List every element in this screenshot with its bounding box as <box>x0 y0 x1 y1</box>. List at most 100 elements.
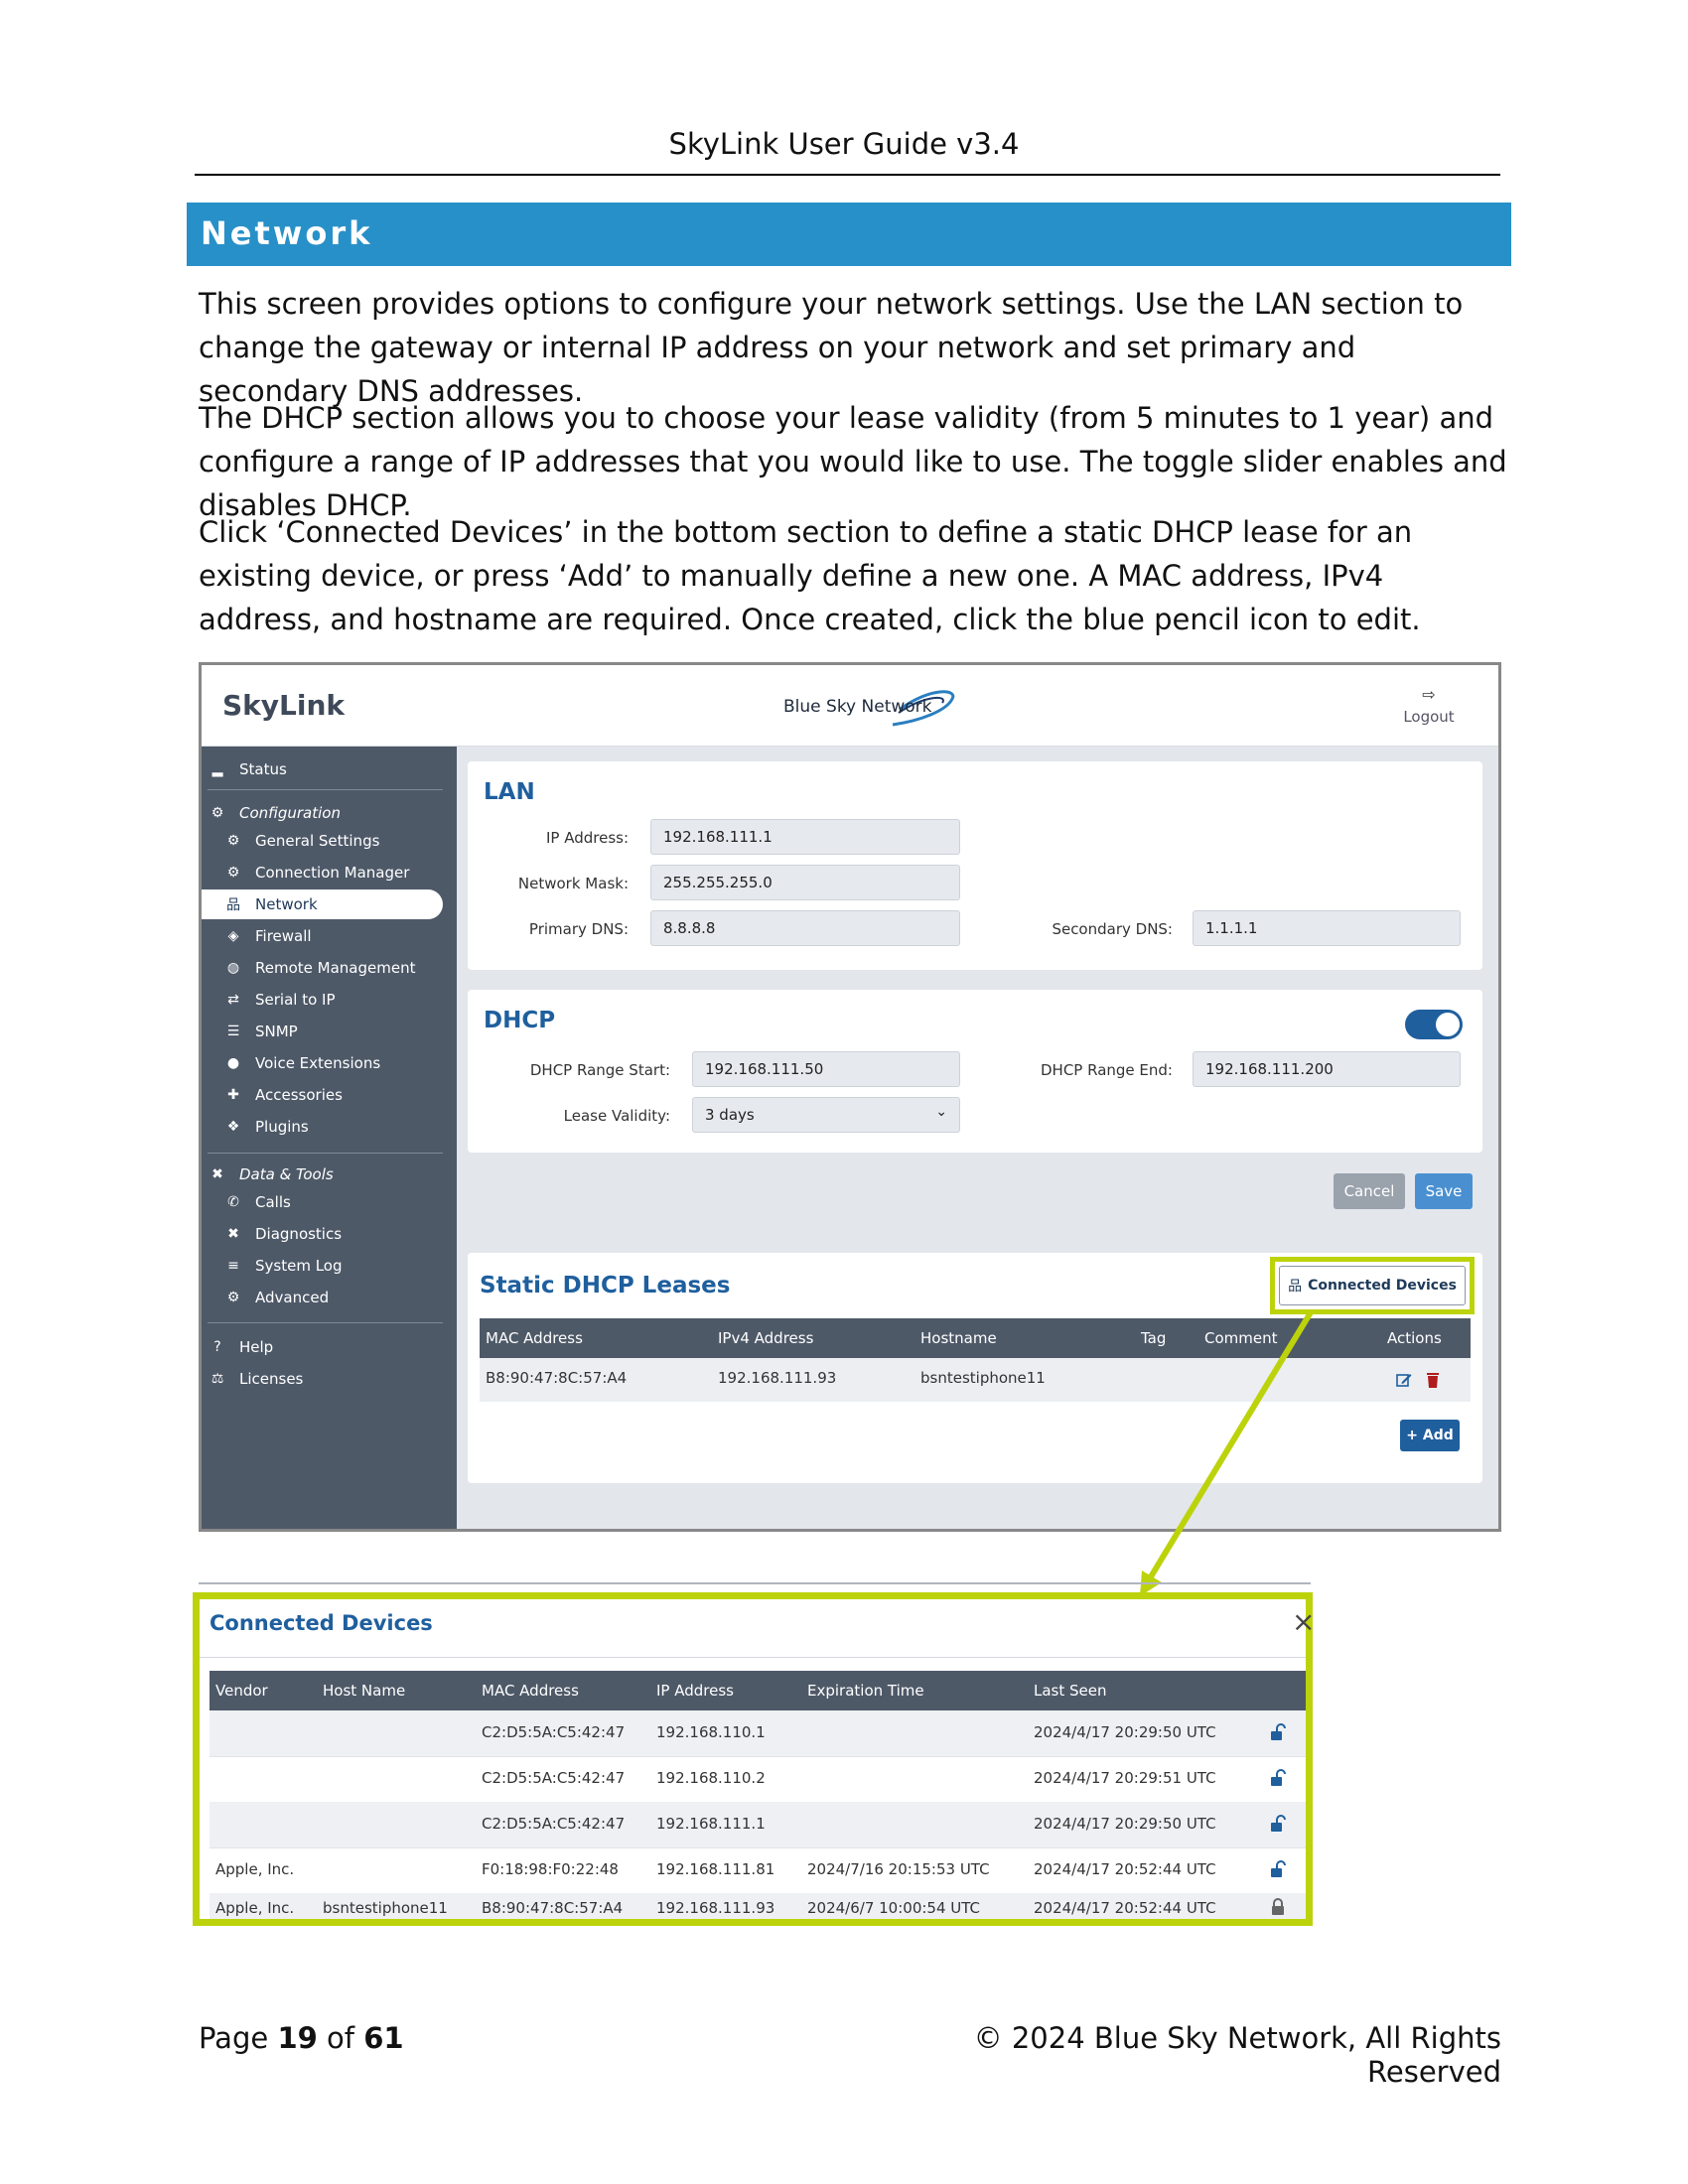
scale-icon: ⚖ <box>211 1371 224 1387</box>
table-row[interactable]: Apple, Inc. F0:18:98:F0:22:48 192.168.11… <box>210 1847 1306 1894</box>
close-icon[interactable]: × <box>1292 1605 1315 1638</box>
unlock-icon[interactable] <box>1268 1722 1288 1742</box>
column-header: MAC Address <box>482 1682 579 1700</box>
sidebar-item-status[interactable]: ▂ Status <box>208 754 287 784</box>
sidebar-item-general-settings[interactable]: ⚙ General Settings <box>223 826 380 856</box>
sidebar-category-data-tools[interactable]: ✖ Data & Tools <box>208 1160 334 1189</box>
cog-icon: ⚙ <box>226 1290 240 1305</box>
page-number: Page 19 of 61 <box>199 2021 404 2055</box>
popup-divider <box>200 1657 1306 1658</box>
device-ip: 192.168.110.2 <box>656 1769 766 1787</box>
sidebar-item-licenses[interactable]: ⚖ Licenses <box>208 1364 304 1394</box>
trash-delete-icon[interactable] <box>1425 1371 1441 1389</box>
table-row[interactable]: C2:D5:5A:C5:42:47 192.168.110.1 2024/4/1… <box>210 1710 1306 1757</box>
paragraph-lan: This screen provides options to configur… <box>199 287 1464 408</box>
device-vendor: Apple, Inc. <box>215 1860 295 1878</box>
logout-label: Logout <box>1403 708 1455 726</box>
primary-dns-field[interactable]: 8.8.8.8 <box>650 910 960 946</box>
sidebar-item-advanced[interactable]: ⚙ Advanced <box>223 1283 329 1312</box>
table-row[interactable]: C2:D5:5A:C5:42:47 192.168.110.2 2024/4/1… <box>210 1756 1306 1803</box>
lock-icon[interactable] <box>1268 1897 1288 1917</box>
device-expiration: 2024/6/7 10:00:54 UTC <box>807 1899 981 1917</box>
device-ip: 192.168.111.81 <box>656 1860 775 1878</box>
sidebar-item-voice-extensions[interactable]: ● Voice Extensions <box>223 1048 380 1078</box>
device-last-seen: 2024/4/17 20:29:50 UTC <box>1034 1815 1216 1833</box>
table-row[interactable]: Apple, Inc. bsntestiphone11 B8:90:47:8C:… <box>210 1893 1306 1919</box>
toggle-knob <box>1436 1013 1460 1036</box>
add-button[interactable]: + Add <box>1400 1420 1460 1451</box>
sidebar-category-configuration[interactable]: ⚙ Configuration <box>208 798 341 828</box>
paragraph-connected-devices: Click ‘Connected Devices’ in the bottom … <box>199 515 1421 636</box>
device-mac: B8:90:47:8C:57:A4 <box>482 1899 624 1917</box>
unlock-icon[interactable] <box>1268 1768 1288 1788</box>
sidebar-item-firewall[interactable]: ◈ Firewall <box>223 921 312 951</box>
device-last-seen: 2024/4/17 20:52:44 UTC <box>1034 1860 1216 1878</box>
save-button[interactable]: Save <box>1415 1173 1473 1209</box>
globe-icon: ◍ <box>226 960 240 976</box>
device-host: bsntestiphone11 <box>323 1899 448 1917</box>
lan-title: LAN <box>484 779 535 805</box>
lease-validity-value: 3 days <box>705 1106 755 1124</box>
sidebar-item-calls[interactable]: ✆ Calls <box>223 1187 291 1217</box>
ip-address-field[interactable]: 192.168.111.1 <box>650 819 960 855</box>
top-bar: SkyLink Blue Sky Network ⇨ Logout <box>202 665 1498 747</box>
pencil-edit-icon[interactable] <box>1395 1371 1413 1389</box>
device-expiration: 2024/7/16 20:15:53 UTC <box>807 1860 990 1878</box>
shield-icon: ◈ <box>227 928 239 944</box>
current-page: 19 <box>277 2021 318 2055</box>
logout-button[interactable]: ⇨ Logout <box>1391 685 1467 726</box>
dhcp-enable-toggle[interactable] <box>1405 1010 1463 1039</box>
gears-icon: ⚙ <box>211 805 224 821</box>
sidebar-item-network[interactable]: 品 Network <box>202 889 443 919</box>
sidebar-item-diagnostics[interactable]: ✖ Diagnostics <box>223 1219 342 1249</box>
column-header: Host Name <box>323 1682 406 1700</box>
sidebar-item-remote-management[interactable]: ◍ Remote Management <box>223 953 416 983</box>
lease-hostname: bsntestiphone11 <box>920 1369 1046 1387</box>
sidebar-item-help[interactable]: ? Help <box>208 1332 273 1362</box>
puzzle-icon: ✚ <box>227 1087 239 1103</box>
sidebar-item-plugins[interactable]: ❖ Plugins <box>223 1112 309 1142</box>
column-header: IPv4 Address <box>718 1329 814 1347</box>
document-header-title: SkyLink User Guide v3.4 <box>668 127 1020 161</box>
speech-bubble-icon: ● <box>226 1055 240 1071</box>
secondary-dns-field[interactable]: 1.1.1.1 <box>1193 910 1461 946</box>
column-header: Expiration Time <box>807 1682 924 1700</box>
popup-top-rule <box>199 1582 1311 1584</box>
dhcp-title: DHCP <box>484 1008 556 1033</box>
sidebar-item-snmp[interactable]: ☰ SNMP <box>223 1017 298 1046</box>
column-header: Actions <box>1387 1329 1442 1347</box>
phone-icon: ✆ <box>227 1194 239 1210</box>
device-mac: C2:D5:5A:C5:42:47 <box>482 1769 626 1787</box>
unlock-icon[interactable] <box>1268 1859 1288 1879</box>
column-header: MAC Address <box>486 1329 583 1347</box>
column-header: Vendor <box>215 1682 268 1700</box>
secondary-dns-label: Secondary DNS: <box>1052 920 1173 938</box>
gear-icon: ⚙ <box>226 833 240 849</box>
network-mask-field[interactable]: 255.255.255.0 <box>650 865 960 900</box>
connected-devices-button[interactable]: 品 Connected Devices <box>1279 1266 1466 1305</box>
cancel-button[interactable]: Cancel <box>1334 1173 1405 1209</box>
unlock-icon[interactable] <box>1268 1814 1288 1834</box>
column-header: Comment <box>1204 1329 1278 1347</box>
question-icon: ? <box>213 1339 221 1355</box>
dhcp-range-end-field[interactable]: 192.168.111.200 <box>1193 1051 1461 1087</box>
sidebar-item-system-log[interactable]: ≡ System Log <box>223 1251 342 1281</box>
column-header: Hostname <box>920 1329 997 1347</box>
section-title: Network <box>201 214 373 252</box>
sidebar-item-serial-to-ip[interactable]: ⇄ Serial to IP <box>223 985 335 1015</box>
server-icon: ☰ <box>226 1024 240 1039</box>
dhcp-range-start-field[interactable]: 192.168.111.50 <box>692 1051 960 1087</box>
logout-icon: ⇨ <box>1422 685 1436 704</box>
table-row[interactable]: C2:D5:5A:C5:42:47 192.168.111.1 2024/4/1… <box>210 1802 1306 1848</box>
network-mask-label: Network Mask: <box>517 875 629 892</box>
device-ip: 192.168.110.1 <box>656 1723 766 1741</box>
chevron-down-icon: ⌄ <box>935 1104 947 1120</box>
sidebar-item-accessories[interactable]: ✚ Accessories <box>223 1080 343 1110</box>
device-mac: F0:18:98:F0:22:48 <box>482 1860 619 1878</box>
connected-devices-popup: Connected Devices × Vendor Host Name MAC… <box>193 1592 1315 1926</box>
sidebar-item-connection-manager[interactable]: ⚙ Connection Manager <box>223 858 410 887</box>
copyright: © 2024 Blue Sky Network, All Rights Rese… <box>973 2021 1501 2089</box>
lease-validity-select[interactable]: 3 days ⌄ <box>692 1097 960 1133</box>
total-pages: 61 <box>363 2021 404 2055</box>
tools-icon: ✖ <box>227 1226 239 1242</box>
